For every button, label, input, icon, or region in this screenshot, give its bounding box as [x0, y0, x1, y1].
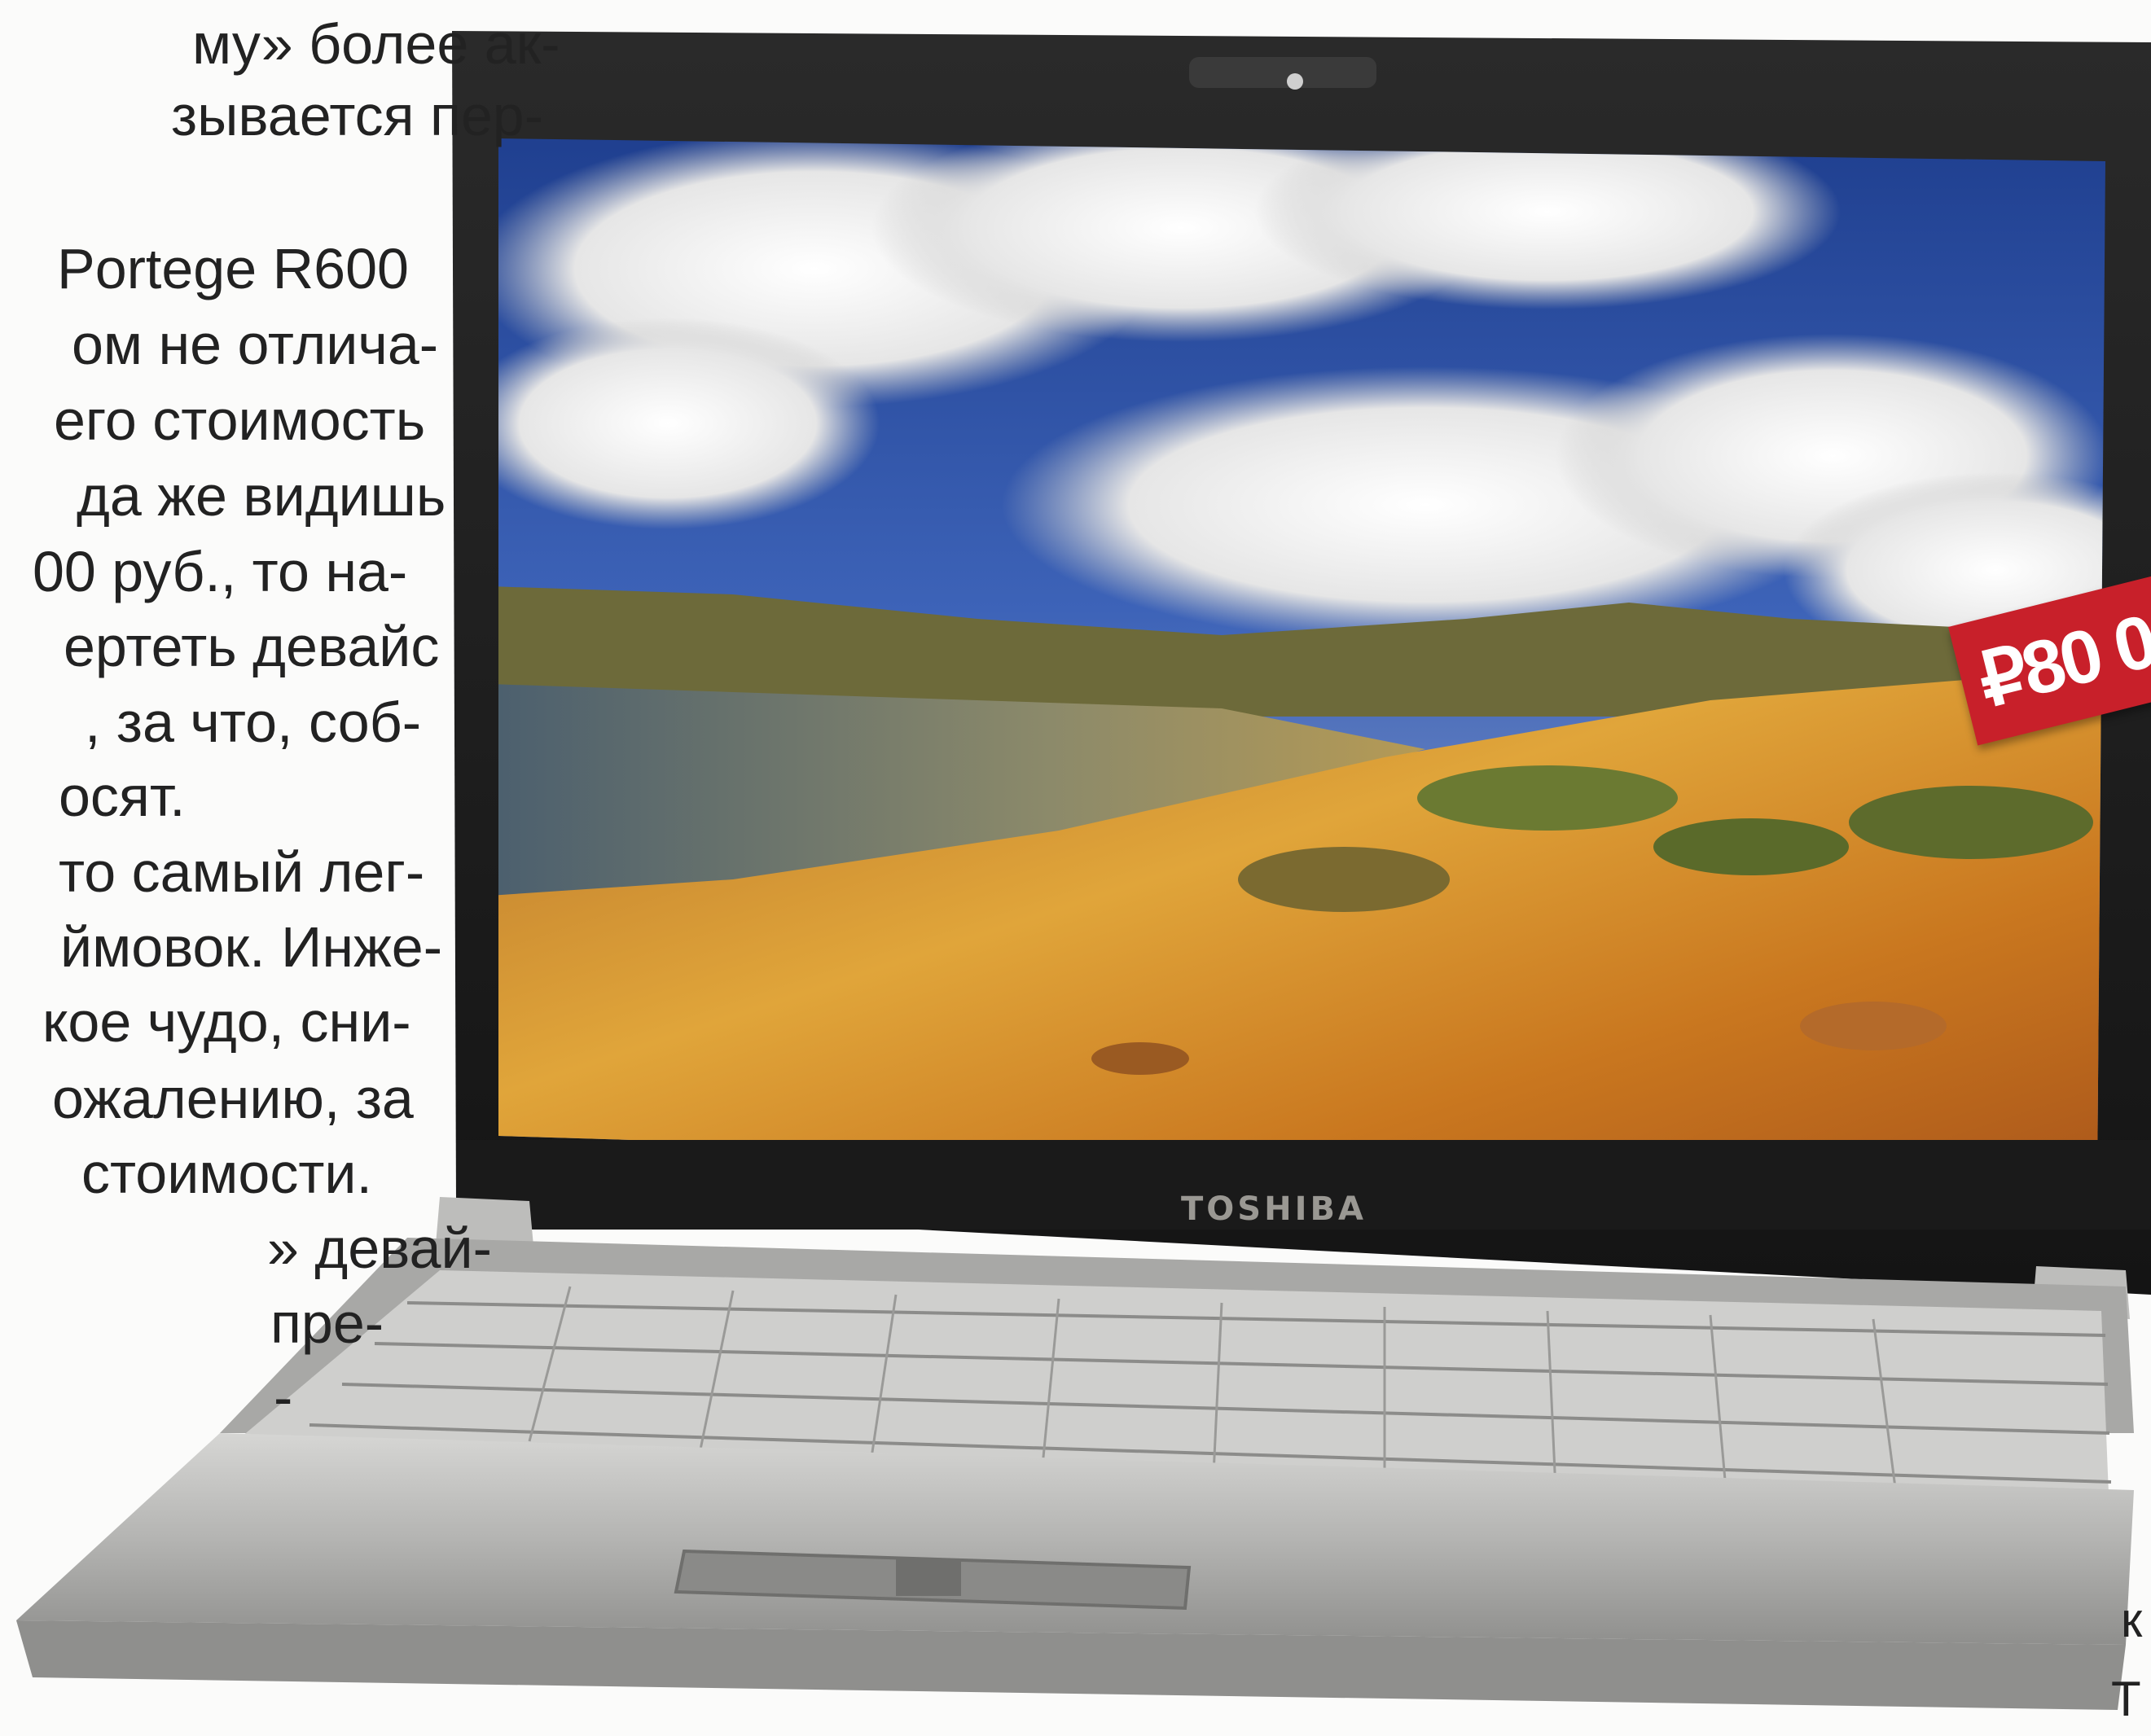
article-line: ертеть девайс [64, 615, 440, 678]
cropped-text-fragment: к [2121, 1593, 2143, 1647]
magazine-page: TOSHIBA му» более ак- зывается пер- Port… [0, 0, 2151, 1736]
article-line: его стоимость [54, 388, 426, 452]
article-line: да же видишь [77, 464, 446, 528]
article-line: пре- [270, 1291, 384, 1355]
article-line: » девай- [267, 1217, 492, 1280]
article-line: кое чудо, сни- [42, 990, 411, 1054]
article-line: - [274, 1366, 293, 1429]
article-line: стоимости. [81, 1142, 372, 1205]
article-line: ожалению, за [52, 1067, 414, 1130]
article-line: то самый лег- [59, 840, 425, 904]
article-line: ймовок. Инже- [60, 915, 443, 979]
article-line: Portege R600 [57, 237, 409, 300]
article-line: , за что, соб- [85, 690, 422, 754]
article-line: осят. [59, 765, 186, 828]
toshiba-logo: TOSHIBA [1181, 1190, 1367, 1228]
article-line: зывается пер- [171, 84, 544, 147]
article-line: му» более ак- [192, 12, 560, 76]
cropped-text-fragment: Т [2111, 1672, 2141, 1726]
article-line: 00 руб., то на- [33, 540, 408, 603]
article-line: ом не отлича- [72, 313, 439, 376]
